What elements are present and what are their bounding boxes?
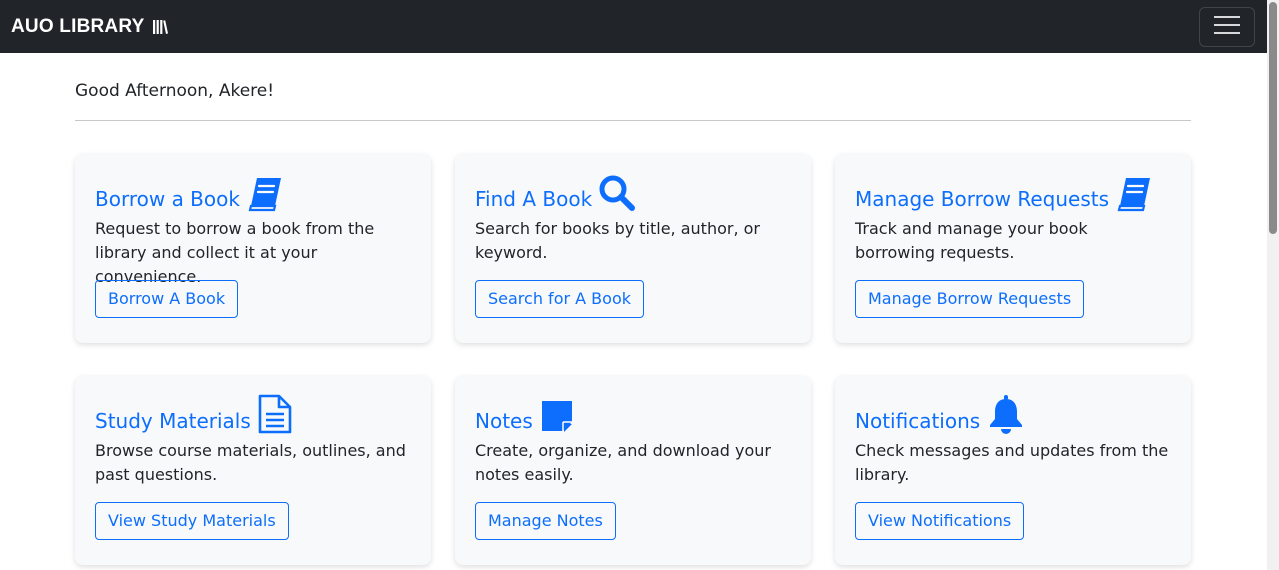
bell-icon [986,394,1026,434]
card-title: Notifications [855,394,1171,434]
card-title: Study Materials [95,394,411,434]
card-title-text: Notifications [855,409,981,433]
navbar-toggle-button[interactable] [1199,6,1255,47]
hamburger-menu-icon [1214,15,1240,39]
brand-label: AUO LIBRARY [11,15,145,37]
card-description: Search for books by title, author, or ke… [475,219,760,262]
card-study-materials: Study Materials Browse course materials,… [75,376,431,565]
card-title: Notes [475,396,791,434]
card-find-book: Find A Book Search for books by title, a… [455,154,811,343]
navbar: AUO LIBRARY [0,0,1267,53]
card-title-text: Find A Book [475,187,593,211]
search-icon [598,174,636,212]
main-content: Good Afternoon, Akere! Borrow a Book Req… [75,53,1191,565]
books-icon [152,19,169,35]
card-description: Track and manage your book borrowing req… [855,219,1088,262]
view-notifications-button[interactable]: View Notifications [855,502,1025,540]
sticky-note-icon [539,398,575,434]
card-description: Create, organize, and download your note… [475,441,771,484]
card-description: Request to borrow a book from the librar… [95,219,375,286]
card-title-text: Notes [475,409,533,433]
scrollbar-thumb[interactable] [1269,2,1277,234]
manage-borrow-requests-button[interactable]: Manage Borrow Requests [855,280,1085,318]
card-title: Manage Borrow Requests [855,174,1171,212]
borrow-book-button[interactable]: Borrow A Book [95,280,239,318]
card-title-text: Manage Borrow Requests [855,187,1110,211]
view-study-materials-button[interactable]: View Study Materials [95,502,289,540]
brand[interactable]: AUO LIBRARY [11,15,169,38]
card-description: Check messages and updates from the libr… [855,441,1169,484]
greeting: Good Afternoon, Akere! [75,81,275,101]
card-borrow-book: Borrow a Book Request to borrow a book f… [75,154,431,343]
card-notes: Notes Create, organize, and download you… [455,376,811,565]
card-description: Browse course materials, outlines, and p… [95,441,406,484]
search-book-button[interactable]: Search for A Book [475,280,644,318]
scrollbar[interactable] [1267,0,1279,570]
card-notifications: Notifications Check messages and updates… [835,376,1191,565]
card-title: Find A Book [475,174,791,212]
card-title: Borrow a Book [95,174,411,212]
divider [75,120,1191,121]
card-title-text: Borrow a Book [95,187,240,211]
book-icon [246,176,284,212]
manage-notes-button[interactable]: Manage Notes [475,502,616,540]
card-title-text: Study Materials [95,409,251,433]
document-icon [257,394,293,434]
book-icon [1115,176,1153,212]
card-manage-borrow-requests: Manage Borrow Requests Track and manage … [835,154,1191,343]
